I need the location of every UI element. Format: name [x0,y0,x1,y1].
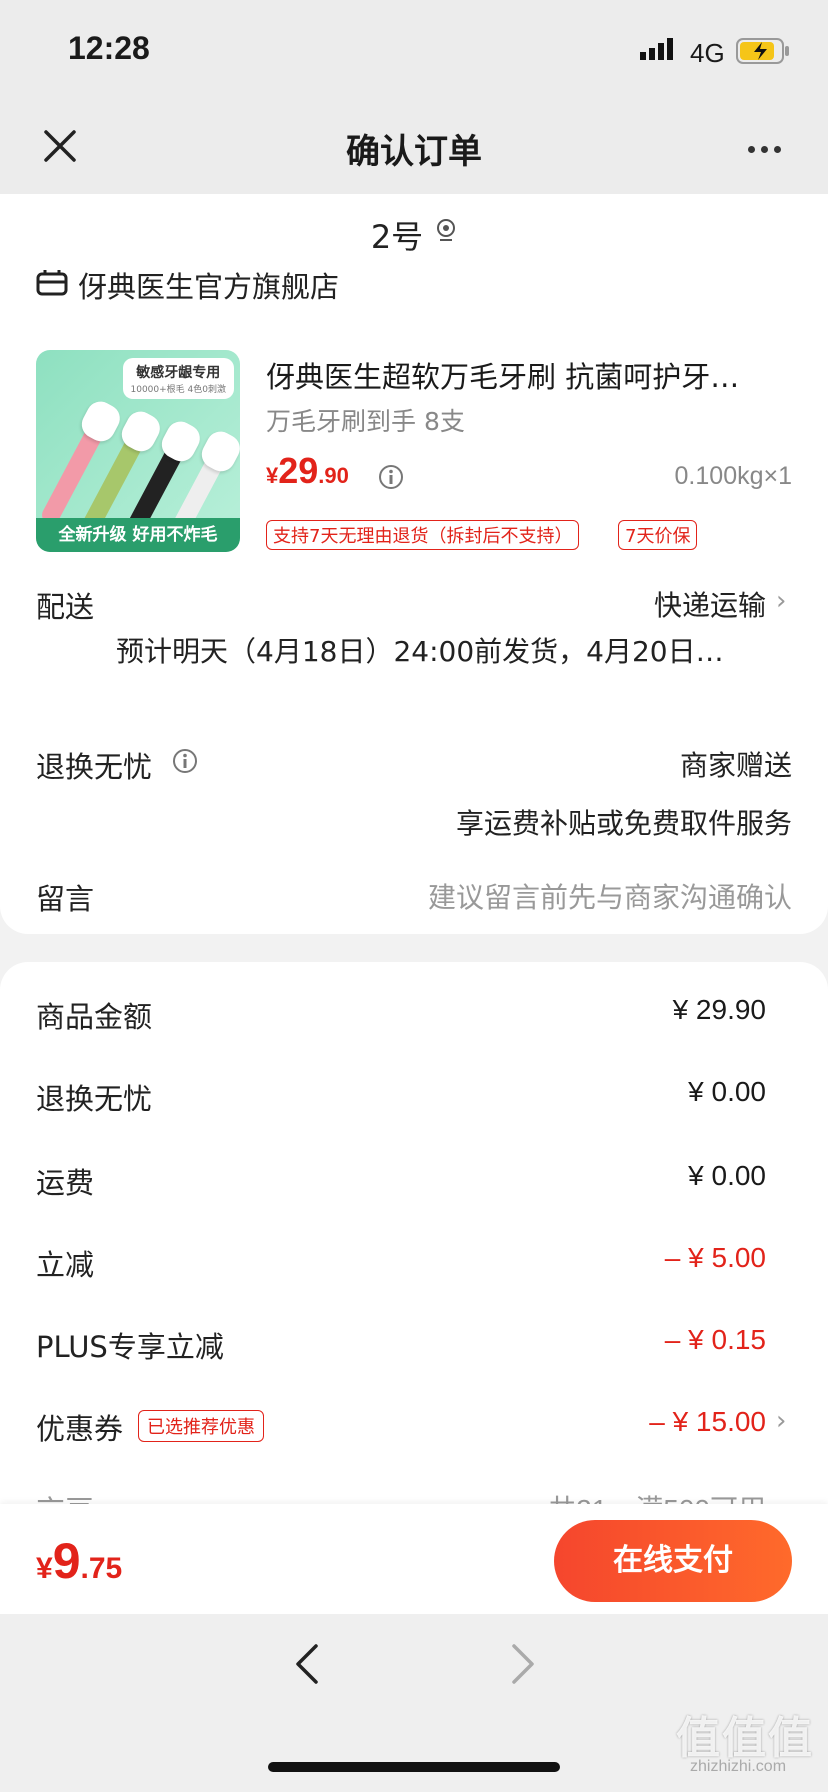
price-protect-tag: 7天价保 [618,520,698,550]
forward-arrow-icon[interactable] [506,1640,540,1692]
delivery-method[interactable]: 快递运输 [654,584,766,624]
coupon-value[interactable]: – ¥ 15.00 [649,1406,766,1438]
image-label-bottom: 全新升级 好用不炸毛 [36,518,240,552]
return-value: 商家赠送 [679,749,792,782]
status-time: 12:28 [68,30,150,66]
discount-label: 立减 [36,1248,95,1282]
shop-icon [36,268,68,300]
total-price: ¥9.75 [36,1533,123,1589]
location-pin-icon [434,218,458,250]
plus-discount-value: – ¥ 0.15 [664,1324,766,1355]
shop-name[interactable]: 伢典医生官方旗舰店 [78,264,339,306]
delivery-label: 配送 [36,590,95,624]
return-sub: 享运费补贴或免费取件服务 [455,807,792,840]
battery-icon [736,38,792,68]
goods-amount-value: ¥ 29.90 [672,994,766,1025]
return-policy-tag: 支持7天无理由退货（拆封后不支持） [266,520,580,550]
coupon-tag: 已选推荐优惠 [138,1410,264,1442]
address-text[interactable]: 2号 [0,212,828,258]
delivery-estimate: 预计明天（4月18日）24:00前发货，4月20日… [116,635,724,668]
return-service-label: 退换无忧 [36,1082,153,1116]
message-label: 留言 [36,882,95,916]
pay-online-button[interactable]: 在线支付 [554,1520,792,1602]
discount-value: – ¥ 5.00 [664,1242,766,1273]
return-label: 退换无忧 [36,750,153,784]
page-title: 确认订单 [346,132,482,172]
chevron-right-icon[interactable]: › [776,1406,786,1436]
shipping-label: 运费 [36,1166,95,1200]
goods-amount-label: 商品金额 [36,1000,153,1034]
image-label-top: 敏感牙龈专用 10000+根毛 4色0刺激 [122,358,234,399]
shipping-value: ¥ 0.00 [688,1160,766,1191]
product-name[interactable]: 伢典医生超软万毛牙刷 抗菌呵护牙… [266,354,786,396]
product-price: ¥29.90 [266,450,349,491]
return-service-value: ¥ 0.00 [688,1076,766,1107]
message-input[interactable]: 建议留言前先与商家沟通确认 [428,876,792,916]
network-type: 4G [690,38,725,68]
info-icon[interactable] [378,464,404,494]
info-icon[interactable] [172,748,198,778]
coupon-label[interactable]: 优惠券 [36,1406,123,1448]
watermark-logo: 值值值 [676,1713,814,1764]
back-arrow-icon[interactable] [290,1640,324,1692]
watermark-url: zhizhizhi.com [690,1758,787,1775]
more-icon[interactable] [748,138,787,157]
chevron-right-icon[interactable]: › [776,586,786,616]
plus-discount-label: PLUS专享立减 [36,1330,224,1364]
product-weight: 0.100kg×1 [674,462,792,490]
signal-icon [640,38,680,64]
product-image[interactable]: 敏感牙龈专用 10000+根毛 4色0刺激 全新升级 好用不炸毛 [36,350,240,552]
product-spec: 万毛牙刷到手 8支 [266,407,465,436]
home-indicator [268,1762,560,1772]
